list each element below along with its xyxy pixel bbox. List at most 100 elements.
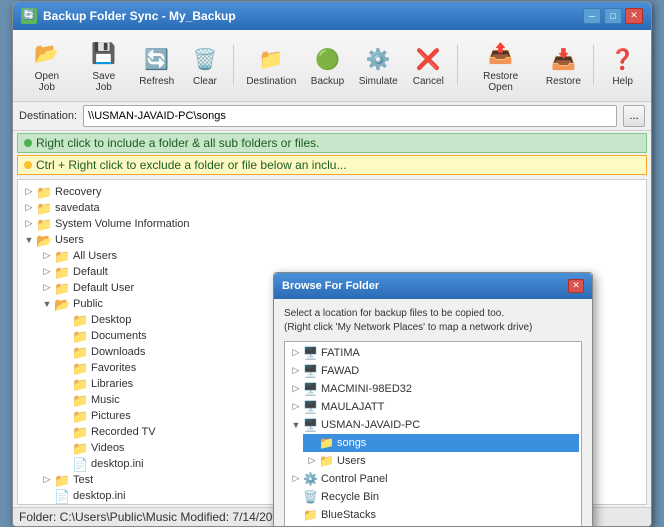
clear-button[interactable]: 🗑️ Clear [183, 39, 228, 91]
save-icon: 💾 [88, 38, 120, 70]
destination-input[interactable] [83, 105, 617, 127]
tree-label-favorites: Favorites [91, 362, 136, 374]
browse-dialog-close-button[interactable]: ✕ [568, 279, 584, 293]
restore-open-button[interactable]: 📤 Restore Open [464, 34, 538, 97]
browse-item-recycle-bin[interactable]: 🗑️ Recycle Bin [287, 488, 579, 506]
backup-label: Backup [311, 76, 344, 87]
refresh-button[interactable]: 🔄 Refresh [133, 39, 181, 91]
window-title: Backup Folder Sync - My_Backup [43, 9, 236, 23]
browse-item-coollector[interactable]: 📁 Coollector [287, 524, 579, 527]
expand-recovery: ▷ [22, 186, 36, 197]
browse-item-fawad[interactable]: ▷ 🖥️ FAWAD [287, 362, 579, 380]
browse-dialog-body: Select a location for backup files to be… [274, 299, 592, 527]
tree-label-test: Test [73, 474, 93, 486]
minimize-button[interactable]: ─ [583, 8, 601, 24]
file-icon-desktop-ini: 📄 [72, 457, 88, 471]
refresh-label: Refresh [139, 76, 174, 87]
toolbar: 📂 Open Job 💾 Save Job 🔄 Refresh 🗑️ Clear… [13, 30, 651, 102]
help-button[interactable]: ❓ Help [600, 39, 645, 91]
browse-label-users-net: Users [337, 455, 366, 467]
open-icon: 📂 [31, 38, 63, 70]
toolbar-separator-2 [457, 45, 458, 85]
browse-dialog-title-bar: Browse For Folder ✕ [274, 273, 592, 299]
folder-icon-users: 📂 [36, 233, 52, 247]
browse-item-maulajatt[interactable]: ▷ 🖥️ MAULAJATT [287, 398, 579, 416]
expand-macmini: ▷ [289, 383, 303, 394]
info-bar-ctrl-click: Ctrl + Right click to exclude a folder o… [17, 155, 647, 175]
folder-icon-music: 📁 [72, 393, 88, 407]
tree-label-desktop-ini: desktop.ini [91, 458, 144, 470]
browse-label-maulajatt: MAULAJATT [321, 401, 384, 413]
tree-label-allusers: All Users [73, 250, 117, 262]
folder-icon-test: 📁 [54, 473, 70, 487]
browse-tree[interactable]: ▷ 🖥️ FATIMA ▷ 🖥️ FAWAD ▷ 🖥️ MACMINI [284, 341, 582, 527]
browse-item-songs[interactable]: 📁 songs [303, 434, 579, 452]
expand-usman-pc: ▼ [289, 420, 303, 430]
info-dot-green [24, 139, 32, 147]
maximize-button[interactable]: □ [604, 8, 622, 24]
simulate-label: Simulate [359, 76, 398, 87]
folder-icon-videos: 📁 [72, 441, 88, 455]
tree-label-users: Users [55, 234, 84, 246]
cancel-icon: ❌ [412, 43, 444, 75]
tree-label-recordedtv: Recorded TV [91, 426, 156, 438]
destination-bar-label: Destination: [19, 110, 77, 122]
tree-label-music: Music [91, 394, 120, 406]
open-job-label: Open Job [26, 71, 68, 93]
browse-item-macmini[interactable]: ▷ 🖥️ MACMINI-98ED32 [287, 380, 579, 398]
help-label: Help [612, 76, 633, 87]
tree-item-savedata[interactable]: ▷ 📁 savedata [22, 200, 642, 216]
tree-label-downloads: Downloads [91, 346, 145, 358]
cancel-label: Cancel [413, 76, 444, 87]
save-job-button[interactable]: 💾 Save Job [77, 34, 131, 97]
browse-label-fatima: FATIMA [321, 347, 360, 359]
folder-icon-libraries: 📁 [72, 377, 88, 391]
browse-label-control-panel: Control Panel [321, 473, 388, 485]
cancel-button[interactable]: ❌ Cancel [406, 39, 451, 91]
browse-label-bluestacks: BlueStacks [321, 509, 376, 521]
folder-icon-recovery: 📁 [36, 185, 52, 199]
tree-label-desktop: Desktop [91, 314, 131, 326]
tree-label-libraries: Libraries [91, 378, 133, 390]
folder-icon-savedata: 📁 [36, 201, 52, 215]
toolbar-separator-3 [593, 45, 594, 85]
folder-icon-desktop: 📁 [72, 313, 88, 327]
browse-dialog-title: Browse For Folder [282, 280, 379, 292]
browse-label-songs: songs [337, 437, 366, 449]
tree-label-recovery: Recovery [55, 186, 101, 198]
browse-item-usman-pc[interactable]: ▼ 🖥️ USMAN-JAVAID-PC [287, 416, 579, 434]
refresh-icon: 🔄 [141, 43, 173, 75]
tree-label-documents: Documents [91, 330, 147, 342]
destination-browse-button[interactable]: ... [623, 105, 645, 127]
browse-item-control-panel[interactable]: ▷ ⚙️ Control Panel [287, 470, 579, 488]
tree-item-recovery[interactable]: ▷ 📁 Recovery [22, 184, 642, 200]
tree-item-users[interactable]: ▼ 📂 Users [22, 232, 642, 248]
restore-icon: 📥 [547, 43, 579, 75]
tree-item-sysvolinfo[interactable]: ▷ 📁 System Volume Information [22, 216, 642, 232]
expand-defaultuser: ▷ [40, 282, 54, 293]
destination-bar: Destination: ... [13, 102, 651, 131]
backup-icon: 🟢 [311, 43, 343, 75]
browse-item-fatima[interactable]: ▷ 🖥️ FATIMA [287, 344, 579, 362]
browse-item-bluestacks[interactable]: 📁 BlueStacks [287, 506, 579, 524]
restore-button[interactable]: 📥 Restore [540, 39, 588, 91]
tree-label-root-desktop-ini: desktop.ini [73, 490, 126, 502]
destination-button[interactable]: 📁 Destination [240, 39, 302, 91]
browse-label-fawad: FAWAD [321, 365, 359, 377]
folder-icon-favorites: 📁 [72, 361, 88, 375]
browse-label-recycle-bin: Recycle Bin [321, 491, 379, 503]
tree-label-defaultuser: Default User [73, 282, 134, 294]
main-content: ▷ 📁 Recovery ▷ 📁 savedata ▷ 📁 System Vol… [13, 177, 651, 507]
open-job-button[interactable]: 📂 Open Job [19, 34, 75, 97]
expand-maulajatt: ▷ [289, 401, 303, 412]
close-button[interactable]: ✕ [625, 8, 643, 24]
restore-open-label: Restore Open [471, 71, 531, 93]
simulate-button[interactable]: ⚙️ Simulate [353, 39, 404, 91]
tree-item-allusers[interactable]: ▷ 📁 All Users [40, 248, 642, 264]
folder-icon-pictures: 📁 [72, 409, 88, 423]
backup-button[interactable]: 🟢 Backup [304, 39, 350, 91]
folder-icon-downloads: 📁 [72, 345, 88, 359]
browse-item-users-net[interactable]: ▷ 📁 Users [303, 452, 579, 470]
info-dot-yellow [24, 161, 32, 169]
save-job-label: Save Job [84, 71, 124, 93]
